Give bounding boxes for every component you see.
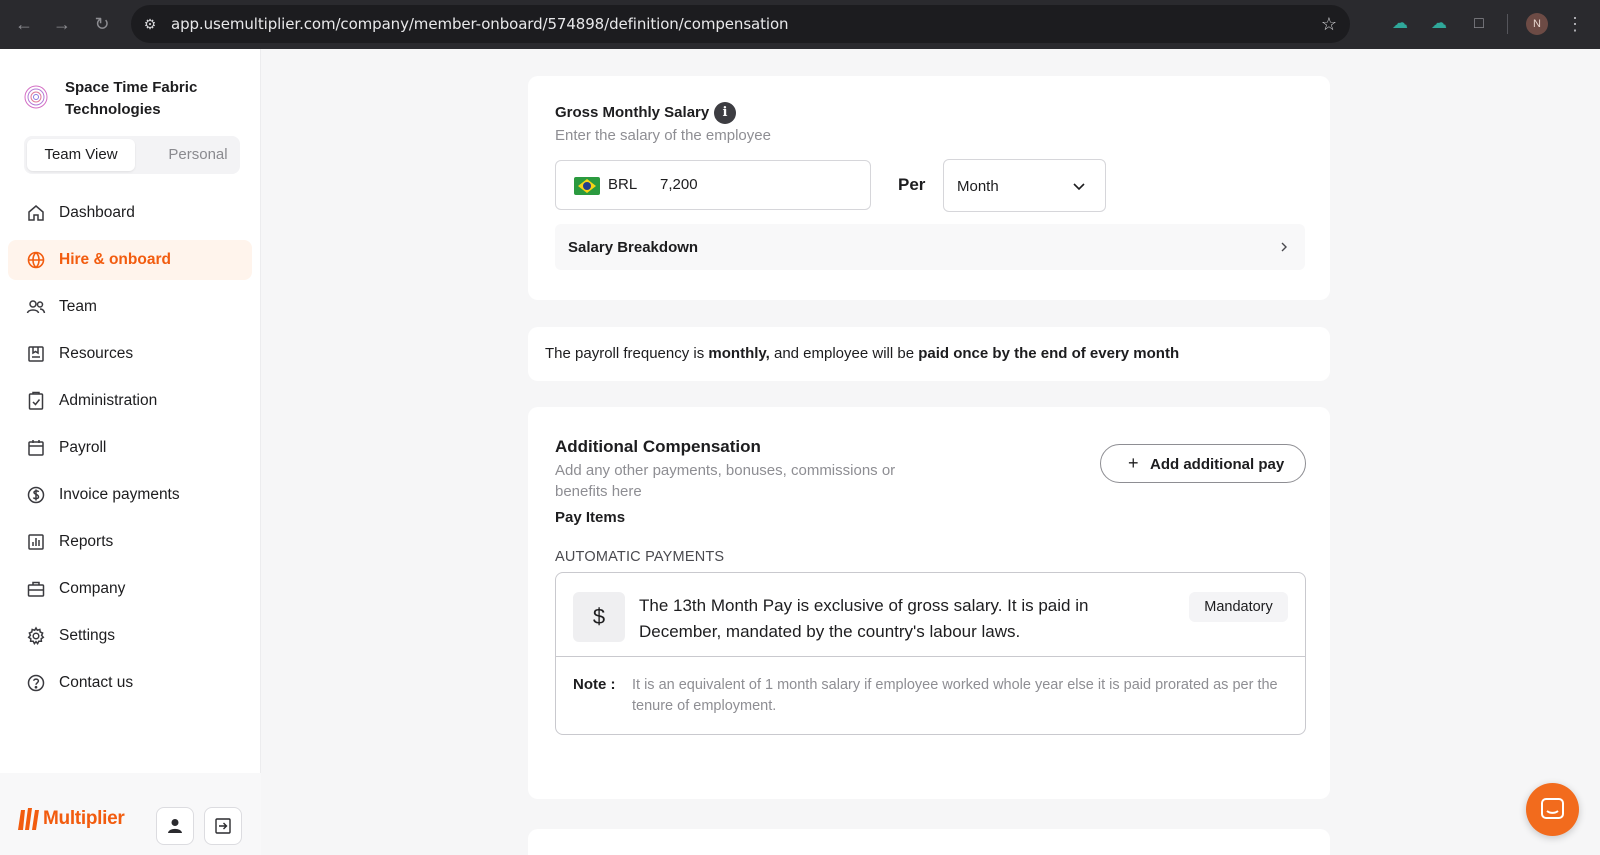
org-name: Space Time Fabric Technologies: [65, 79, 198, 118]
team-view-tab[interactable]: Team View: [27, 139, 135, 171]
sidebar-item-company[interactable]: Company: [8, 569, 252, 609]
automatic-payments-label: AUTOMATIC PAYMENTS: [555, 549, 725, 565]
sidebar-item-label: Invoice payments: [59, 486, 180, 503]
sidebar: Space Time Fabric Technologies Team View…: [0, 49, 261, 855]
sidebar-item-label: Administration: [59, 392, 158, 409]
sidebar-item-label: Team: [59, 298, 97, 315]
resources-icon: [28, 346, 44, 362]
sidebar-item-payroll[interactable]: Payroll: [8, 428, 252, 468]
address-bar[interactable]: ⚙ app.usemultiplier.com/company/member-o…: [131, 5, 1350, 43]
user-profile-button[interactable]: [156, 807, 194, 845]
additional-compensation-card: Additional Compensation Add any other pa…: [528, 407, 1330, 799]
personal-tab[interactable]: Personal: [159, 139, 237, 171]
chat-support-button[interactable]: [1526, 783, 1579, 836]
bar-chart-icon: [28, 534, 44, 550]
profile-avatar[interactable]: N: [1526, 13, 1548, 35]
sidebar-item-administration[interactable]: Administration: [8, 381, 252, 421]
sidebar-item-label: Company: [59, 580, 126, 597]
divider: [556, 656, 1305, 657]
salary-breakdown-label: Salary Breakdown: [568, 239, 699, 256]
period-value: Month: [957, 178, 999, 195]
site-settings-icon[interactable]: ⚙: [140, 14, 160, 34]
payroll-frequency-card: The payroll frequency is monthly, and em…: [528, 327, 1330, 381]
home-icon: [28, 205, 44, 221]
reload-icon[interactable]: ↻: [90, 12, 114, 36]
main-content: Gross Monthly Salary i Enter the salary …: [262, 49, 1600, 855]
sidebar-item-label: Contact us: [59, 674, 134, 691]
payroll-frequency-value: monthly,: [708, 345, 770, 362]
org-logo: [20, 79, 52, 111]
briefcase-icon: [27, 581, 45, 597]
extensions-puzzle-icon[interactable]: □: [1468, 13, 1490, 35]
salary-breakdown-row[interactable]: Salary Breakdown: [555, 224, 1305, 270]
salary-amount-field[interactable]: BRL 7,200: [555, 160, 871, 210]
info-icon[interactable]: i: [714, 102, 736, 124]
sidebar-item-label: Payroll: [59, 439, 107, 456]
salary-title: Gross Monthly Salary: [555, 104, 710, 121]
sidebar-item-label: Settings: [59, 627, 116, 644]
dollar-circle-icon: [27, 486, 45, 504]
sidebar-item-dashboard[interactable]: Dashboard: [8, 193, 252, 233]
note-label: Note :: [573, 676, 616, 693]
logout-button[interactable]: [204, 807, 242, 845]
dollar-icon: $: [573, 592, 625, 642]
extension-cloud-icon[interactable]: ☁: [1428, 13, 1450, 35]
pay-item-13th-month: $ The 13th Month Pay is exclusive of gro…: [555, 572, 1306, 735]
salary-amount-value[interactable]: 7,200: [660, 176, 698, 193]
chevron-down-icon: [1073, 183, 1085, 191]
per-label: Per: [898, 175, 926, 194]
salary-subtitle: Enter the salary of the employee: [555, 127, 771, 144]
sidebar-item-contact-us[interactable]: Contact us: [8, 663, 252, 703]
pay-item-description: The 13th Month Pay is exclusive of gross…: [639, 596, 1089, 641]
note-text: It is an equivalent of 1 month salary if…: [632, 677, 1278, 714]
multiplier-logo-icon: [18, 808, 39, 830]
add-additional-pay-label: Add additional pay: [1150, 456, 1285, 473]
period-select[interactable]: Month: [943, 159, 1106, 212]
brazil-flag-icon: [574, 177, 600, 195]
currency-code: BRL: [608, 176, 638, 193]
pay-items-label: Pay Items: [555, 509, 626, 526]
chat-icon: [1541, 798, 1564, 819]
user-icon: [168, 819, 182, 833]
sidebar-item-settings[interactable]: Settings: [8, 616, 252, 656]
view-toggle: Team View Personal: [24, 136, 240, 174]
sidebar-item-label: Dashboard: [59, 204, 135, 221]
payroll-frequency-text: The payroll frequency is monthly, and em…: [545, 345, 1180, 362]
globe-icon: [27, 251, 45, 269]
help-circle-icon: [27, 674, 45, 692]
sidebar-item-invoice-payments[interactable]: Invoice payments: [8, 475, 252, 515]
sidebar-item-label: Hire & onboard: [59, 251, 171, 268]
extension-cloud-icon[interactable]: ☁: [1389, 13, 1411, 35]
clipboard-check-icon: [28, 391, 44, 410]
payroll-schedule-value: paid once by the end of every month: [918, 345, 1180, 362]
sidebar-footer: Multiplier: [0, 773, 261, 855]
sidebar-item-resources[interactable]: Resources: [8, 334, 252, 374]
users-icon: [26, 300, 46, 314]
browser-toolbar: ← → ↻ ⚙ app.usemultiplier.com/company/me…: [0, 0, 1600, 49]
bookmark-star-icon[interactable]: ☆: [1321, 13, 1337, 35]
mandatory-badge: Mandatory: [1189, 592, 1288, 622]
url-text[interactable]: app.usemultiplier.com/company/member-onb…: [171, 15, 789, 33]
chevron-right-icon: [1281, 242, 1287, 252]
calendar-icon: [28, 440, 44, 456]
sidebar-item-label: Resources: [59, 345, 134, 362]
sidebar-item-reports[interactable]: Reports: [8, 522, 252, 562]
browser-menu-icon[interactable]: ⋮: [1566, 12, 1584, 36]
brand-name: Multiplier: [43, 808, 125, 829]
additional-compensation-title: Additional Compensation: [555, 437, 761, 456]
sidebar-item-team[interactable]: Team: [8, 287, 252, 327]
back-arrow-icon[interactable]: ←: [12, 12, 36, 36]
sidebar-item-label: Reports: [59, 533, 114, 550]
logout-icon: [215, 818, 231, 834]
add-additional-pay-button[interactable]: + Add additional pay: [1100, 444, 1306, 483]
gear-icon: [27, 626, 45, 645]
plus-icon: +: [1128, 453, 1139, 473]
additional-compensation-subtitle: Add any other payments, bonuses, commiss…: [555, 462, 896, 500]
forward-arrow-icon[interactable]: →: [50, 12, 74, 36]
next-section-card: [528, 829, 1330, 855]
sidebar-item-hire-onboard[interactable]: Hire & onboard: [8, 240, 252, 280]
toolbar-divider: [1507, 14, 1508, 34]
salary-card: Gross Monthly Salary i Enter the salary …: [528, 76, 1330, 300]
